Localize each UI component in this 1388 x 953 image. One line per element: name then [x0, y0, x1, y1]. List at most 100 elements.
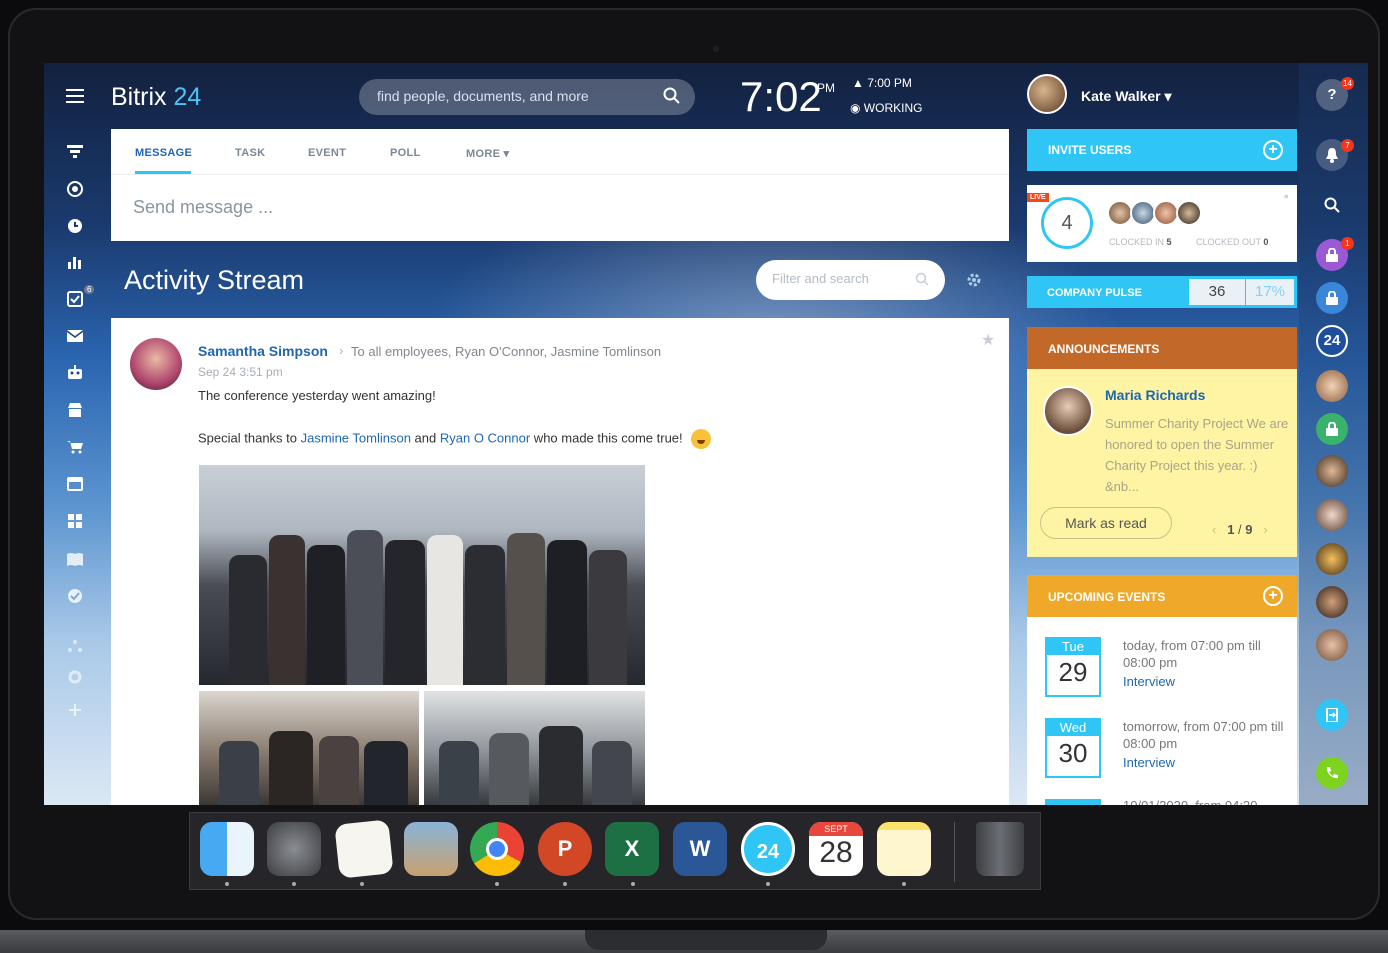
post-photo-2[interactable]: [199, 691, 419, 805]
transfer-icon[interactable]: [1316, 699, 1348, 731]
add-user-icon[interactable]: +: [1263, 140, 1283, 160]
check-circle-icon[interactable]: [66, 588, 84, 604]
calendar-icon[interactable]: [66, 477, 84, 493]
tasks-icon[interactable]: [66, 291, 84, 307]
user-menu[interactable]: Kate Walker ▾: [1081, 88, 1172, 105]
tab-event[interactable]: EVENT: [308, 147, 346, 159]
add-event-icon[interactable]: +: [1263, 586, 1283, 606]
settings-icon[interactable]: [66, 670, 84, 686]
bitrix24-app-icon[interactable]: 24: [741, 822, 795, 876]
hamburger-menu-icon[interactable]: [66, 89, 84, 105]
event-day: Tue: [1047, 639, 1099, 655]
running-indicator: [495, 882, 499, 886]
workday-status[interactable]: ◉ WORKING: [850, 101, 922, 115]
company-pulse-label: COMPANY PULSE: [1047, 287, 1142, 299]
clocked-in-counter[interactable]: 4: [1041, 197, 1093, 249]
announcement-avatar[interactable]: [1043, 386, 1093, 436]
lock-icon[interactable]: [1316, 413, 1348, 445]
active-tab-indicator: [135, 171, 191, 174]
post-photo-main[interactable]: [199, 465, 645, 685]
event-link[interactable]: Interview: [1123, 674, 1175, 689]
event-time: tomorrow, from 07:00 pm till 08:00 pm: [1123, 719, 1284, 751]
search-icon[interactable]: [915, 272, 929, 286]
mail-stamp-icon[interactable]: [404, 822, 458, 876]
cart-icon[interactable]: [66, 440, 84, 456]
clocked-in-value: 5: [1166, 237, 1172, 247]
phone-icon[interactable]: [1316, 757, 1348, 789]
add-icon[interactable]: [66, 703, 84, 719]
user-avatar[interactable]: [1027, 74, 1067, 114]
system-preferences-icon[interactable]: [267, 822, 321, 876]
event-time: today, from 07:00 pm till 08:00 pm: [1123, 638, 1261, 670]
chevron-left-icon[interactable]: ‹: [1212, 522, 1216, 537]
clock-icon[interactable]: [66, 218, 84, 234]
global-search-input[interactable]: [377, 88, 657, 104]
avatar[interactable]: [1176, 200, 1202, 226]
feed-filter-icon[interactable]: [66, 145, 84, 161]
target-icon[interactable]: [66, 181, 84, 197]
company-pulse-widget[interactable]: COMPANY PULSE 36 17%: [1027, 276, 1297, 308]
calendar-month: SEPT: [809, 822, 863, 836]
sitemap-icon[interactable]: [66, 639, 84, 655]
chrome-icon[interactable]: [470, 822, 524, 876]
avatar[interactable]: [1316, 543, 1348, 575]
avatar[interactable]: [1316, 455, 1348, 487]
chevron-right-icon[interactable]: ›: [1263, 522, 1267, 537]
post-photo-3[interactable]: [424, 691, 645, 805]
word-icon[interactable]: W: [673, 822, 727, 876]
invite-users-widget[interactable]: INVITE USERS +: [1027, 129, 1297, 171]
gear-icon[interactable]: [965, 271, 983, 289]
info-icon[interactable]: ●: [1284, 191, 1289, 201]
workday-start-time[interactable]: ▲ 7:00 PM: [852, 76, 912, 90]
star-icon[interactable]: ★: [981, 330, 995, 350]
filter-search-input[interactable]: [772, 271, 912, 286]
search-icon[interactable]: [1316, 189, 1348, 221]
post-composer: MESSAGE TASK EVENT POLL MORE ▾: [111, 129, 1009, 241]
avatar[interactable]: [1316, 370, 1348, 402]
mention-ryan[interactable]: Ryan O Connor: [440, 430, 530, 445]
tab-more[interactable]: MORE ▾: [466, 147, 509, 160]
tab-message[interactable]: MESSAGE: [135, 147, 192, 159]
calendar-app-icon[interactable]: SEPT 28: [809, 822, 863, 876]
laptop-notch: [585, 930, 827, 950]
avatar[interactable]: [1316, 586, 1348, 618]
textedit-icon[interactable]: [334, 819, 394, 879]
tab-poll[interactable]: POLL: [390, 147, 421, 159]
excel-icon[interactable]: X: [605, 822, 659, 876]
finder-icon[interactable]: [200, 822, 254, 876]
page-title: Activity Stream: [124, 265, 305, 295]
robot-icon[interactable]: [66, 365, 84, 381]
message-input[interactable]: [133, 197, 933, 218]
tab-task[interactable]: TASK: [235, 147, 265, 159]
bar-chart-icon[interactable]: [66, 255, 84, 271]
global-search[interactable]: [359, 79, 695, 115]
running-indicator: [631, 882, 635, 886]
mark-as-read-button[interactable]: Mark as read: [1040, 507, 1172, 539]
lock-icon[interactable]: [1316, 282, 1348, 314]
powerpoint-icon[interactable]: P: [538, 822, 592, 876]
post-text-prefix: Special thanks to: [198, 430, 301, 446]
notification-badge: 7: [1341, 139, 1354, 152]
post-text-and: and: [410, 430, 440, 446]
bitrix24-logo[interactable]: Bitrix 24: [111, 83, 201, 112]
event-date-badge: Wed 30: [1045, 718, 1101, 778]
avatar[interactable]: [1316, 629, 1348, 661]
bitrix24-chat-icon[interactable]: 24: [1316, 325, 1348, 357]
search-icon[interactable]: [663, 87, 681, 105]
filter-search[interactable]: [756, 260, 945, 300]
announcement-author[interactable]: Maria Richards: [1105, 387, 1205, 403]
avatar[interactable]: [1316, 499, 1348, 531]
author-avatar[interactable]: [130, 338, 182, 390]
mail-icon[interactable]: [66, 329, 84, 345]
mention-jasmine[interactable]: Jasmine Tomlinson: [301, 430, 411, 445]
knowledge-base-icon[interactable]: [66, 552, 84, 568]
post-author[interactable]: Samantha Simpson: [198, 343, 328, 359]
apps-grid-icon[interactable]: [66, 514, 84, 530]
announcement-text[interactable]: Summer Charity Project We are honored to…: [1105, 413, 1291, 497]
trash-icon[interactable]: [976, 822, 1024, 876]
post-date[interactable]: Sep 24 3:51 pm: [198, 365, 283, 379]
store-icon[interactable]: [66, 403, 84, 419]
notes-icon[interactable]: [877, 822, 931, 876]
event-link[interactable]: Interview: [1123, 755, 1175, 770]
tasks-badge: 6: [84, 285, 95, 294]
